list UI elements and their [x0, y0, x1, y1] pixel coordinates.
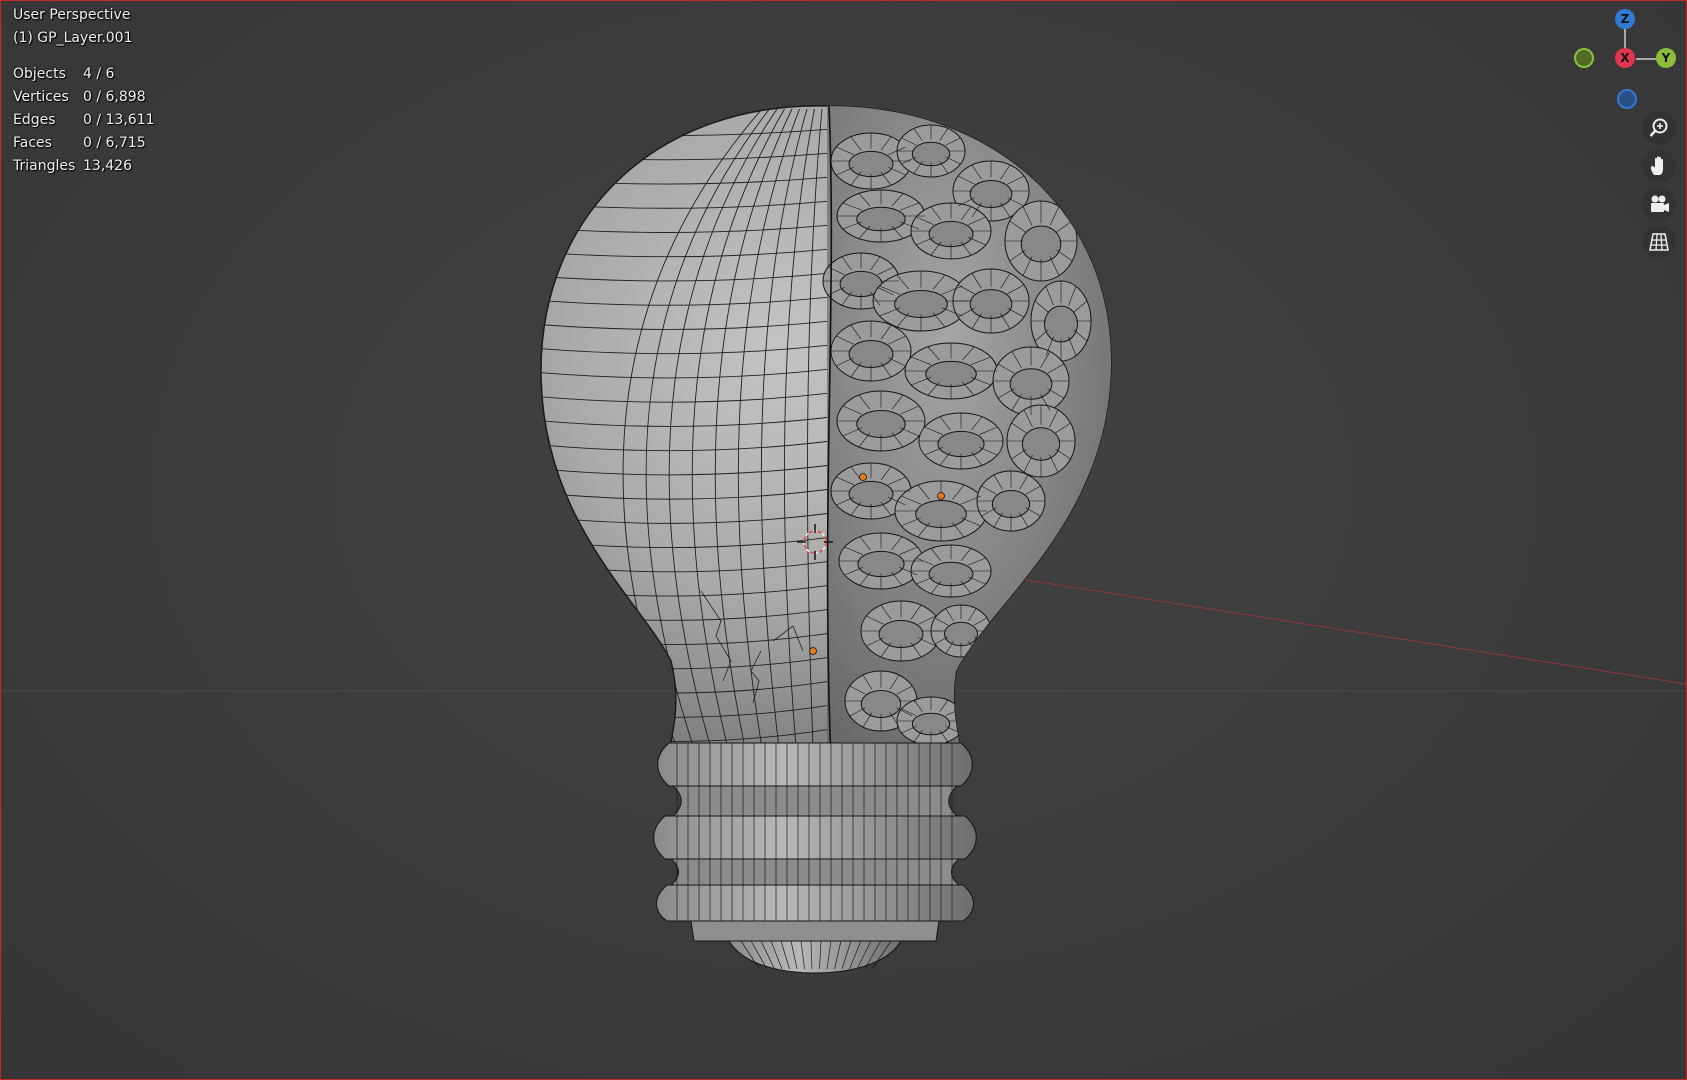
object-origin: [859, 473, 867, 481]
brain-fold-groove: [969, 289, 1013, 319]
brain-fold-groove: [848, 480, 894, 508]
navigation-gizmo[interactable]: Z Y X: [1561, 1, 1686, 116]
stat-label: Objects: [13, 66, 66, 82]
brain-fold-groove: [991, 490, 1031, 518]
gizmo-z-axis[interactable]: Z: [1615, 9, 1635, 29]
stat-label: Edges: [13, 112, 56, 128]
brain-fold-groove: [857, 550, 905, 578]
stat-value: 0 / 6,898: [83, 89, 146, 105]
gizmo-x-axis[interactable]: X: [1615, 48, 1635, 68]
view-name: User Perspective: [13, 7, 131, 23]
zoom-button[interactable]: [1642, 111, 1676, 145]
x-axis-line: [1000, 575, 1686, 685]
brain-fold-groove: [1021, 427, 1061, 461]
hand-pan-icon: [1650, 156, 1663, 175]
stat-label: Triangles: [13, 158, 76, 174]
brain-fold-groove: [1020, 225, 1062, 263]
brain-fold-groove: [915, 500, 967, 528]
brain-fold-groove: [894, 290, 948, 318]
brain-fold-groove: [848, 150, 894, 178]
brain-fold-groove: [928, 561, 974, 587]
gizmo-neg-y-axis[interactable]: [1574, 48, 1594, 68]
stat-label: Faces: [13, 135, 52, 151]
camera-icon: [1651, 195, 1669, 212]
stat-value: 4 / 6: [83, 66, 115, 82]
ortho-toggle-button[interactable]: [1642, 225, 1676, 259]
zoom-icon: [1649, 118, 1668, 137]
camera-view-button[interactable]: [1642, 187, 1676, 221]
active-object-name: (1) GP_Layer.001: [13, 30, 133, 46]
brain-fold-groove: [856, 206, 906, 232]
brain-fold-groove: [937, 430, 985, 458]
object-origin: [937, 492, 945, 500]
brain-fold-groove: [911, 712, 951, 736]
brain-fold-groove: [928, 220, 974, 248]
grid-ortho-icon: [1649, 233, 1669, 251]
pan-button[interactable]: [1642, 149, 1676, 183]
brain-fold-groove: [944, 621, 978, 647]
3d-viewport[interactable]: User Perspective (1) GP_Layer.001 Object…: [0, 0, 1687, 1080]
brain-fold-groove: [911, 141, 951, 167]
brain-fold-groove: [1009, 368, 1053, 400]
brain-fold-groove: [925, 360, 977, 388]
brain-fold-groove: [969, 180, 1013, 208]
stat-value: 0 / 6,715: [83, 135, 146, 151]
gizmo-y-axis[interactable]: Y: [1656, 48, 1676, 68]
screw-base: [653, 742, 977, 974]
brain-fold-groove: [848, 340, 894, 368]
brain-fold-groove: [1044, 305, 1078, 343]
brain-fold-groove: [878, 620, 924, 648]
brain-fold-groove: [860, 690, 902, 718]
brain-mesh: [822, 105, 1111, 751]
object-origin: [809, 647, 817, 655]
brain-fold-groove: [856, 410, 906, 438]
gizmo-neg-z-axis[interactable]: [1617, 89, 1637, 109]
stat-label: Vertices: [13, 89, 69, 105]
stat-value: 13,426: [83, 158, 132, 174]
stat-value: 0 / 13,611: [83, 112, 155, 128]
scene-render[interactable]: [1, 1, 1686, 1079]
